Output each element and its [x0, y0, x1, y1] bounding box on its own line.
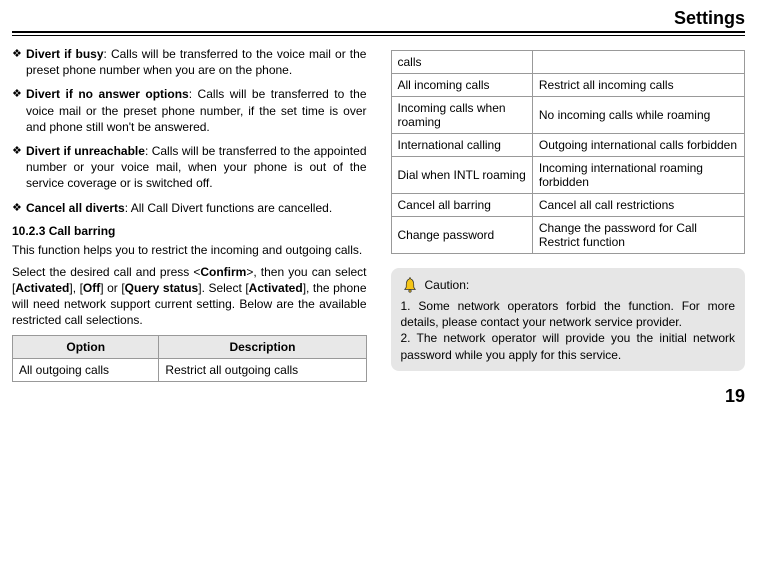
options-table-right: calls All incoming calls Restrict all in… [391, 50, 746, 254]
caution-box: Caution: 1. Some network operators forbi… [391, 268, 746, 371]
bullet-head: Divert if unreachable [26, 144, 145, 158]
text-fragment: Select the desired call and press < [12, 265, 200, 279]
right-column: calls All incoming calls Restrict all in… [391, 46, 746, 382]
table-header-option: Option [13, 335, 159, 358]
section-heading-call-barring: 10.2.3 Call barring [12, 224, 367, 238]
table-header-description: Description [159, 335, 366, 358]
table-cell-description: Incoming international roaming forbidden [532, 157, 744, 194]
table-cell-description: Restrict all outgoing calls [159, 358, 366, 381]
table-cell-option: Incoming calls when roaming [391, 97, 532, 134]
caution-label: Caution: [425, 277, 470, 293]
text-query: Query status [125, 281, 199, 295]
bullet-head: Divert if busy [26, 47, 104, 61]
table-cell-option: Change password [391, 217, 532, 254]
table-row: International calling Outgoing internati… [391, 134, 745, 157]
table-cell-description: Cancel all call restrictions [532, 194, 744, 217]
text-fragment: ] or [ [100, 281, 124, 295]
bullet-divert-busy: ❖ Divert if busy: Calls will be transfer… [12, 46, 367, 78]
bullet-head: Divert if no answer options [26, 87, 189, 101]
table-row: Incoming calls when roaming No incoming … [391, 97, 745, 134]
bell-icon [401, 276, 419, 294]
table-cell-description: Restrict all incoming calls [532, 74, 744, 97]
table-cell-option: All incoming calls [391, 74, 532, 97]
table-cell-description: No incoming calls while roaming [532, 97, 744, 134]
header-rule [12, 31, 745, 36]
text-activated: Activated [249, 281, 303, 295]
table-row: All incoming calls Restrict all incoming… [391, 74, 745, 97]
table-cell-option: Cancel all barring [391, 194, 532, 217]
table-row: calls [391, 51, 745, 74]
text-activated: Activated [15, 281, 69, 295]
table-row: Cancel all barring Cancel all call restr… [391, 194, 745, 217]
text-fragment: ], [ [69, 281, 83, 295]
page-number: 19 [12, 386, 745, 407]
left-column: ❖ Divert if busy: Calls will be transfer… [12, 46, 367, 382]
diamond-bullet-icon: ❖ [12, 86, 26, 135]
table-cell-option: International calling [391, 134, 532, 157]
bullet-cancel-diverts: ❖ Cancel all diverts: All Call Divert fu… [12, 200, 367, 216]
options-table-left: Option Description All outgoing calls Re… [12, 335, 367, 382]
caution-line-1: 1. Some network operators forbid the fun… [401, 298, 736, 330]
select-paragraph: Select the desired call and press <Confi… [12, 264, 367, 329]
text-fragment: ]. Select [ [198, 281, 248, 295]
bullet-text: : All Call Divert functions are cancelle… [125, 201, 332, 215]
table-cell-option: All outgoing calls [13, 358, 159, 381]
table-cell-description [532, 51, 744, 74]
table-cell-description: Change the password for Call Restrict fu… [532, 217, 744, 254]
bullet-head: Cancel all diverts [26, 201, 125, 215]
table-cell-description: Outgoing international calls forbidden [532, 134, 744, 157]
bullet-divert-no-answer: ❖ Divert if no answer options: Calls wil… [12, 86, 367, 135]
table-cell-option: calls [391, 51, 532, 74]
diamond-bullet-icon: ❖ [12, 200, 26, 216]
page-header-title: Settings [12, 8, 745, 29]
text-off: Off [83, 281, 100, 295]
diamond-bullet-icon: ❖ [12, 46, 26, 78]
text-confirm: Confirm [200, 265, 246, 279]
table-row: Change password Change the password for … [391, 217, 745, 254]
table-cell-option: Dial when INTL roaming [391, 157, 532, 194]
intro-paragraph: This function helps you to restrict the … [12, 242, 367, 258]
bullet-divert-unreachable: ❖ Divert if unreachable: Calls will be t… [12, 143, 367, 192]
diamond-bullet-icon: ❖ [12, 143, 26, 192]
table-row: Dial when INTL roaming Incoming internat… [391, 157, 745, 194]
caution-line-2: 2. The network operator will provide you… [401, 330, 736, 362]
table-row: All outgoing calls Restrict all outgoing… [13, 358, 367, 381]
